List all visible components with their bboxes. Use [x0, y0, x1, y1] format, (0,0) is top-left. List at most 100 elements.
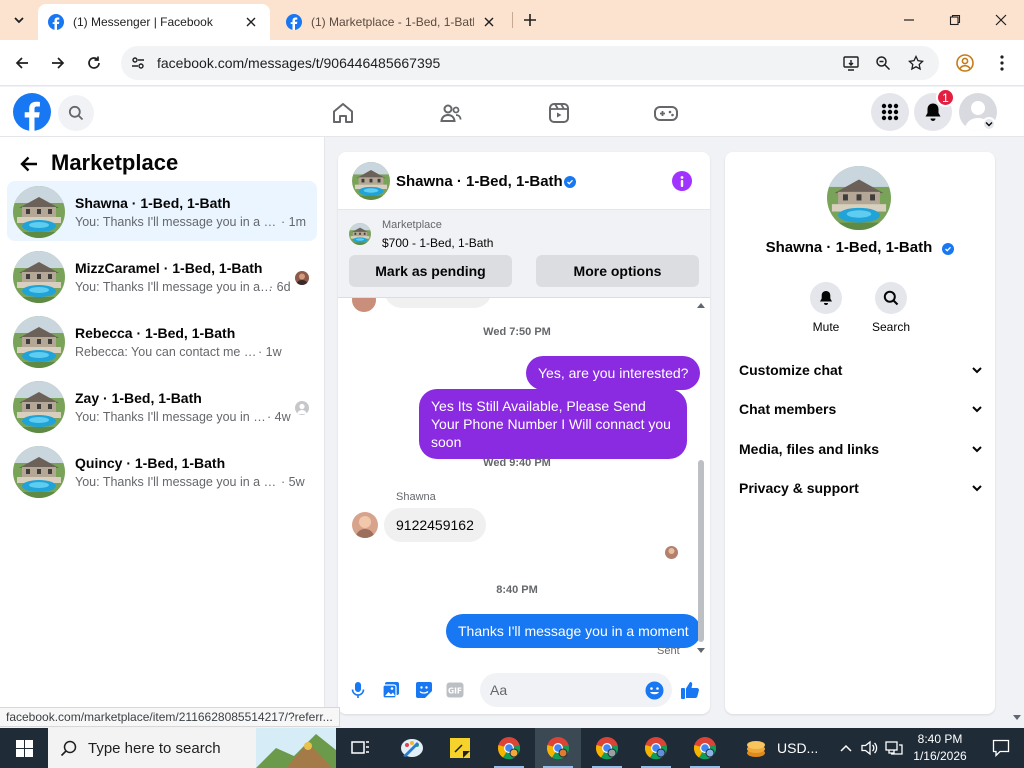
url-text[interactable]: facebook.com/messages/t/906446485667395 [157, 55, 440, 71]
sticky-notes-icon [450, 738, 470, 758]
currency-widget[interactable] [734, 728, 778, 768]
account-chevron-icon[interactable] [982, 117, 996, 131]
taskbar-app-paint[interactable] [389, 728, 435, 768]
zoom-icon[interactable] [872, 52, 894, 74]
chat-title[interactable]: Shawna · 1-Bed, 1-Bath [396, 173, 563, 190]
tab-messenger[interactable]: (1) Messenger | Facebook [38, 4, 270, 40]
windows-logo-icon [15, 739, 33, 757]
message-composer: GIF [338, 668, 710, 714]
conversation-info-button[interactable] [672, 171, 692, 191]
facebook-favicon-icon [48, 14, 64, 30]
more-options-button[interactable]: More options [536, 255, 699, 287]
mark-as-pending-button[interactable]: Mark as pending [349, 255, 512, 287]
currency-widget-label[interactable]: USD... [777, 740, 818, 756]
video-icon [549, 103, 569, 123]
network-button[interactable] [882, 728, 906, 768]
send-like-button[interactable] [679, 679, 701, 701]
customize-chat-section[interactable]: Customize chat [739, 355, 983, 385]
close-tab-icon[interactable] [480, 13, 498, 31]
tab-marketplace[interactable]: (1) Marketplace - 1-Bed, 1-Bath [276, 4, 508, 40]
facebook-search-button[interactable] [58, 95, 94, 131]
taskbar-app-chrome-2[interactable] [535, 728, 581, 768]
new-tab-button[interactable] [520, 10, 540, 30]
search-highlight-illustration-icon [256, 728, 336, 768]
listing-price[interactable]: $700 - 1-Bed, 1-Bath [382, 236, 493, 250]
nav-video[interactable] [541, 95, 577, 131]
gif-button[interactable]: GIF [444, 679, 466, 701]
taskbar-app-chrome-1[interactable] [486, 728, 532, 768]
seen-avatar [295, 401, 309, 415]
chat-members-section[interactable]: Chat members [739, 394, 983, 424]
volume-button[interactable] [858, 728, 882, 768]
section-label: Customize chat [739, 362, 843, 378]
back-button[interactable] [8, 49, 36, 77]
browser-menu-button[interactable] [988, 49, 1016, 77]
taskbar-clock[interactable]: 8:40 PM 1/16/2026 [904, 731, 976, 765]
arrow-left-icon [20, 156, 37, 172]
conversation-age: · 1m [281, 215, 306, 229]
menu-grid-button[interactable] [871, 93, 909, 131]
reload-button[interactable] [80, 49, 108, 77]
back-to-chats-button[interactable] [16, 151, 42, 177]
chevron-down-icon [972, 485, 982, 492]
emoji-button[interactable] [643, 679, 665, 701]
mute-label: Mute [812, 320, 840, 334]
tab-search-button[interactable] [6, 7, 32, 33]
conversation-item[interactable]: Rebecca · 1-Bed, 1-Bath Rebecca: You can… [7, 311, 317, 371]
nav-gaming[interactable] [648, 95, 684, 131]
listing-mini-thumbnail[interactable] [349, 223, 371, 245]
attach-photo-button[interactable] [380, 679, 402, 701]
taskbar-app-chrome-5[interactable] [682, 728, 728, 768]
start-button[interactable] [0, 728, 48, 768]
message-bubble-outgoing[interactable]: Yes, are you interested? [526, 356, 701, 390]
show-hidden-icons-button[interactable] [834, 728, 858, 768]
taskbar-search-box[interactable]: Type here to search [48, 728, 336, 768]
taskbar-app-chrome-4[interactable] [633, 728, 679, 768]
search-in-conversation-action[interactable]: Search [861, 282, 921, 334]
conversation-item[interactable]: Zay · 1-Bed, 1-Bath You: Thanks I'll mes… [7, 376, 317, 436]
close-window-button[interactable] [978, 0, 1024, 40]
media-files-links-section[interactable]: Media, files and links [739, 434, 983, 464]
info-listing-photo[interactable] [827, 166, 891, 230]
privacy-support-section[interactable]: Privacy & support [739, 473, 983, 503]
profile-button[interactable] [951, 49, 979, 77]
conversation-sidebar: Marketplace Shawna · 1-Bed, 1-Bath You: … [0, 137, 325, 711]
thread-scrollbar-thumb[interactable] [698, 460, 704, 642]
site-info-icon[interactable] [129, 54, 147, 72]
facebook-logo-icon[interactable] [13, 93, 51, 131]
address-bar[interactable]: facebook.com/messages/t/906446485667395 [121, 46, 939, 80]
message-bubble-outgoing[interactable]: Thanks I'll message you in a moment [446, 614, 701, 648]
message-bubble-incoming[interactable]: 9122459162 [384, 508, 486, 542]
notification-center-button[interactable] [978, 728, 1024, 768]
conversation-item[interactable]: Quincy · 1-Bed, 1-Bath You: Thanks I'll … [7, 441, 317, 501]
nav-home[interactable] [325, 95, 361, 131]
browser-tab-strip: (1) Messenger | Facebook (1) Marketplace… [0, 0, 1024, 40]
voice-clip-button[interactable] [347, 679, 369, 701]
forward-button[interactable] [44, 49, 72, 77]
nav-friends[interactable] [433, 95, 469, 131]
taskbar-app-chrome-3[interactable] [584, 728, 630, 768]
install-app-icon[interactable] [840, 52, 862, 74]
kebab-menu-icon [1000, 55, 1004, 71]
message-thread[interactable]: Wed 7:50 PM Yes, are you interested? Yes… [338, 298, 710, 660]
chat-listing-thumbnail[interactable] [352, 162, 390, 200]
task-view-button[interactable] [338, 728, 384, 768]
conversation-item[interactable]: Shawna · 1-Bed, 1-Bath You: Thanks I'll … [7, 181, 317, 241]
chrome-icon [595, 737, 619, 760]
sticker-button[interactable] [413, 679, 435, 701]
conversation-age: · 4w [267, 410, 291, 424]
message-bubble-outgoing[interactable]: Yes Its Still Available, Please Send You… [419, 389, 687, 459]
mute-action[interactable]: Mute [796, 282, 856, 334]
sender-avatar[interactable] [352, 512, 378, 538]
restore-button[interactable] [932, 0, 978, 40]
conversation-name: Quincy · 1-Bed, 1-Bath [75, 455, 226, 471]
conversation-item[interactable]: MizzCaramel · 1-Bed, 1-Bath You: Thanks … [7, 246, 317, 306]
bookmark-star-icon[interactable] [905, 52, 927, 74]
listing-thumbnail [13, 381, 65, 433]
page-scroll-down-icon[interactable] [1012, 713, 1022, 723]
message-timestamp: 8:40 PM [496, 584, 538, 596]
gif-icon: GIF [446, 682, 464, 698]
taskbar-app-sticky-notes[interactable] [437, 728, 483, 768]
close-tab-icon[interactable] [242, 13, 260, 31]
minimize-button[interactable] [886, 0, 932, 40]
